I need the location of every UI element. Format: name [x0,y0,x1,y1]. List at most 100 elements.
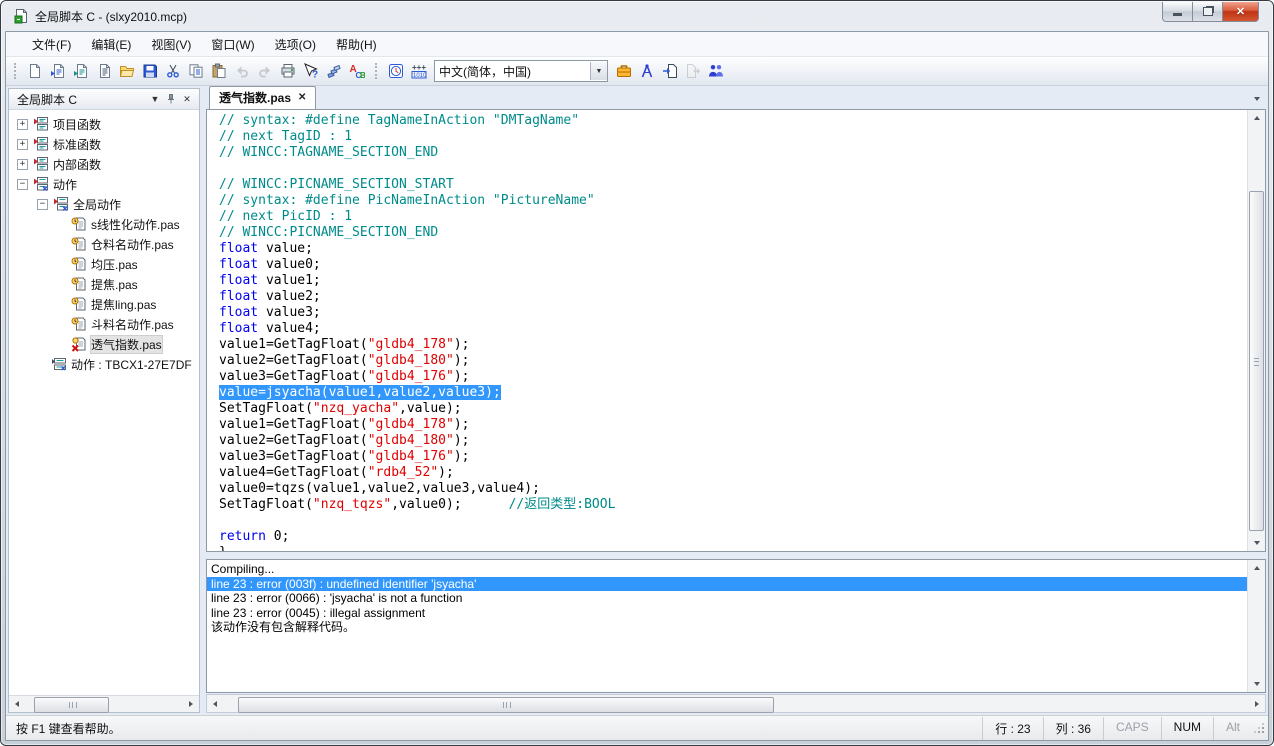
toolbar-grip[interactable] [14,63,19,79]
menu-item-2[interactable]: 编辑(E) [81,33,141,56]
code-line: value=jsyacha(value1,value2,value3); [219,385,1247,401]
scroll-right-icon[interactable] [1249,697,1265,711]
status-cell: NUM [1161,717,1213,740]
status-cells: 行 : 23列 : 36CAPSNUMAlt [982,717,1252,740]
scrollbar-thumb[interactable] [238,697,774,713]
toolbar-grip[interactable] [375,63,380,79]
compile-all-button[interactable] [322,60,345,82]
compiler-message[interactable]: line 23 : error (0045) : illegal assignm… [207,606,1247,621]
tree-item[interactable]: 动作 : TBCX1-27E7DF [9,354,199,374]
syntax-check-button[interactable]: ACB [345,60,368,82]
tree-item[interactable]: −动作 [9,174,199,194]
action-file-icon [71,236,87,252]
tab-document[interactable]: 透气指数.pas ✕ [209,86,316,109]
compiler-message[interactable]: line 23 : error (0066) : 'jsyacha' is no… [207,591,1247,606]
scroll-down-icon[interactable] [1248,676,1265,692]
panel-close-icon[interactable]: ✕ [179,91,195,107]
scroll-left-icon[interactable] [207,697,223,711]
copy-button[interactable] [184,60,207,82]
cut-button[interactable] [161,60,184,82]
menu-item-3[interactable]: 视图(V) [141,33,201,56]
tree-item[interactable]: +内部函数 [9,154,199,174]
tree-item[interactable]: 斗料名动作.pas [9,314,199,334]
users-icon [708,63,724,79]
menu-item-4[interactable]: 窗口(W) [201,33,264,56]
print-icon [280,63,296,79]
context-help-button[interactable]: ? [299,60,322,82]
output-vertical-scrollbar[interactable] [1247,560,1265,692]
users-button[interactable] [704,60,727,82]
restore-button[interactable] [1192,2,1223,22]
menu-item-1[interactable]: 文件(F) [22,33,81,56]
tree-item[interactable]: 提焦.pas [9,274,199,294]
export-button [681,60,704,82]
code-editor[interactable]: // syntax: #define TagNameInAction "DMTa… [206,109,1266,552]
editor-vertical-scrollbar[interactable] [1247,110,1265,551]
library-icon [33,156,49,172]
tree-item[interactable]: 提焦ling.pas [9,294,199,314]
code-line: float value4; [219,321,1247,337]
language-select[interactable]: 中文(简体，中国)▼ [434,60,608,82]
tree-item[interactable]: 仓料名动作.pas [9,234,199,254]
compiler-message[interactable]: Compiling... [207,562,1247,577]
save-button[interactable] [138,60,161,82]
output-horizontal-scrollbar[interactable] [206,694,1266,713]
tab-close-icon[interactable]: ✕ [298,92,306,103]
tree-item[interactable]: 均压.pas [9,254,199,274]
paste-button[interactable] [207,60,230,82]
trigger-clock-button[interactable] [384,60,407,82]
expand-icon[interactable]: + [17,119,28,130]
scroll-right-icon[interactable] [183,697,199,711]
menu-item-6[interactable]: 帮助(H) [326,33,387,56]
dividers-button[interactable] [635,60,658,82]
navigation-panel: 全局脚本 C ▼ ✕ +项目函数+标准函数+内部函数−动作−全局动作s线性化动作… [8,88,200,713]
tags-button[interactable]: +++1010 [407,60,430,82]
minimize-button[interactable] [1162,2,1193,22]
new-button[interactable] [23,60,46,82]
tab-bar: 透气指数.pas ✕ [206,88,1266,109]
tree-item[interactable]: +项目函数 [9,114,199,134]
collapse-icon[interactable]: − [17,179,28,190]
tab-list-dropdown-icon[interactable] [1248,91,1266,107]
status-cell: 列 : 36 [1043,717,1103,740]
code-line: SetTagFloat("nzq_tqzs",value0); //返回类型:B… [219,497,1247,513]
scrollbar-thumb[interactable] [1249,191,1264,530]
print-button[interactable] [276,60,299,82]
compiler-message[interactable]: 该动作没有包含解释代码。 [207,620,1247,635]
scroll-down-icon[interactable] [1248,535,1265,551]
menu-item-5[interactable]: 选项(O) [265,33,326,56]
tree-item[interactable]: −全局动作 [9,194,199,214]
tree-horizontal-scrollbar[interactable] [9,695,199,712]
tree-item[interactable]: 透气指数.pas [9,334,199,354]
open-function-button[interactable] [69,60,92,82]
resize-grip[interactable] [1252,721,1266,735]
context-help-icon: ? [303,63,319,79]
code-surface[interactable]: // syntax: #define TagNameInAction "DMTa… [207,110,1247,551]
pin-icon[interactable] [163,91,179,107]
open-action-button[interactable] [46,60,69,82]
scroll-up-icon[interactable] [1248,560,1265,576]
collapse-icon[interactable]: − [37,199,48,210]
expand-icon[interactable]: + [17,139,28,150]
code-line: // WINCC:TAGNAME_SECTION_END [219,145,1247,161]
scroll-up-icon[interactable] [1248,110,1265,126]
scrollbar-thumb[interactable] [34,697,109,713]
code-line: float value3; [219,305,1247,321]
output-splitter[interactable] [206,552,1266,559]
compiler-message-selected[interactable]: line 23 : error (003f) : undefined ident… [207,577,1247,592]
toolbox-button[interactable] [612,60,635,82]
code-line: // next PicID : 1 [219,209,1247,225]
title-bar[interactable]: 全局脚本 C - (slxy2010.mcp) ✕ [1,1,1273,31]
open-folder-button[interactable] [115,60,138,82]
code-line [219,161,1247,177]
panel-menu-icon[interactable]: ▼ [147,91,163,107]
expand-icon[interactable]: + [17,159,28,170]
document-button[interactable] [92,60,115,82]
chevron-down-icon[interactable]: ▼ [590,62,607,80]
import-button[interactable] [658,60,681,82]
close-button[interactable]: ✕ [1222,2,1259,22]
tree-item[interactable]: s线性化动作.pas [9,214,199,234]
tree-item[interactable]: +标准函数 [9,134,199,154]
undo-button [230,60,253,82]
scroll-left-icon[interactable] [9,697,25,711]
